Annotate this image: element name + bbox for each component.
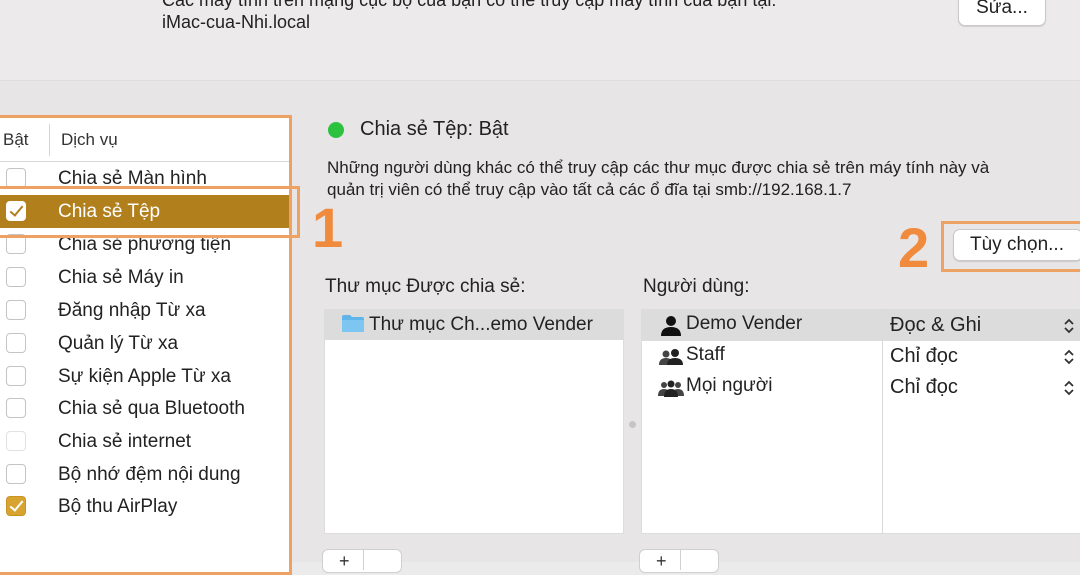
chevron-updown-icon[interactable]	[1062, 378, 1076, 398]
service-row-remote-management[interactable]: Quản lý Từ xa	[0, 327, 289, 360]
description-line-1: Những người dùng khác có thể truy cập cá…	[327, 158, 990, 177]
service-row-printer-sharing[interactable]: Chia sẻ Máy in	[0, 261, 289, 294]
add-folder-button[interactable]: +	[322, 549, 402, 573]
service-label: Bộ thu AirPlay	[58, 496, 178, 517]
service-checkbox[interactable]	[6, 333, 26, 353]
user-row[interactable]: Demo Vender Đọc & Ghi	[642, 310, 1080, 341]
folder-icon	[342, 315, 364, 332]
service-checkbox[interactable]	[6, 168, 26, 188]
permission-value[interactable]: Chỉ đọc	[890, 376, 958, 399]
service-label: Bộ nhớ đệm nội dung	[58, 464, 241, 485]
service-checkbox[interactable]	[6, 431, 26, 451]
step-1-number: 1	[312, 196, 344, 259]
service-row-remote-login[interactable]: Đăng nhập Từ xa	[0, 294, 289, 327]
permission-value[interactable]: Chỉ đọc	[890, 345, 958, 368]
permission-value[interactable]: Đọc & Ghi	[890, 314, 981, 337]
user-name: Staff	[686, 344, 725, 365]
chevron-updown-icon[interactable]	[1062, 316, 1076, 336]
chevron-updown-icon[interactable]	[1062, 347, 1076, 367]
service-checkbox[interactable]	[6, 366, 26, 386]
service-checkbox[interactable]	[6, 300, 26, 320]
step-1-highlight	[0, 186, 300, 238]
service-checkbox[interactable]	[6, 496, 26, 516]
options-button[interactable]: Tùy chọn...	[953, 229, 1080, 261]
edit-button[interactable]: Sửa...	[958, 0, 1046, 26]
top-description: Các máy tính trên mạng cục bộ của bạn có…	[162, 0, 777, 10]
step-2-number: 2	[898, 216, 930, 279]
column-header-service[interactable]: Dịch vụ	[61, 130, 118, 150]
button-divider	[680, 550, 681, 570]
service-label: Chia sẻ Máy in	[58, 267, 184, 288]
service-row-remote-apple-events[interactable]: Sự kiện Apple Từ xa	[0, 360, 289, 393]
service-row-airplay-receiver[interactable]: Bộ thu AirPlay	[0, 490, 289, 523]
service-row-internet-sharing[interactable]: Chia sẻ internet	[0, 425, 289, 458]
user-name: Mọi người	[686, 375, 773, 396]
add-user-button[interactable]: +	[639, 549, 719, 573]
status-indicator-icon	[328, 122, 344, 138]
user-row[interactable]: Staff Chỉ đọc	[642, 341, 1080, 372]
group-icon	[659, 349, 683, 365]
service-label: Chia sẻ qua Bluetooth	[58, 398, 245, 419]
shared-folder-name: Thư mục Ch...emo Vender	[369, 314, 593, 335]
service-row-content-caching[interactable]: Bộ nhớ đệm nội dung	[0, 458, 289, 491]
status-title: Chia sẻ Tệp: Bật	[360, 118, 509, 140]
user-name: Demo Vender	[686, 313, 803, 334]
button-divider	[363, 550, 364, 570]
column-divider	[49, 124, 50, 156]
service-label: Quản lý Từ xa	[58, 333, 179, 354]
service-label: Chia sẻ internet	[58, 431, 192, 452]
users-label: Người dùng:	[643, 276, 750, 297]
service-checkbox[interactable]	[6, 464, 26, 484]
splitter-handle[interactable]	[629, 421, 636, 428]
description-line-2: quản trị viên có thể truy cập vào tất cả…	[327, 180, 852, 199]
service-row-bluetooth-sharing[interactable]: Chia sẻ qua Bluetooth	[0, 392, 289, 425]
service-checkbox[interactable]	[6, 398, 26, 418]
single-user-icon	[661, 316, 681, 336]
user-row[interactable]: Mọi người Chỉ đọc	[642, 372, 1080, 403]
shared-folders-list[interactable]	[324, 309, 624, 534]
service-label: Đăng nhập Từ xa	[58, 300, 206, 321]
service-label: Sự kiện Apple Từ xa	[58, 366, 231, 387]
computer-address: iMac-cua-Nhi.local	[162, 12, 311, 32]
shared-folders-label: Thư mục Được chia sẻ:	[325, 276, 526, 297]
service-checkbox[interactable]	[6, 267, 26, 287]
everyone-icon	[658, 380, 684, 397]
column-header-on[interactable]: Bật	[3, 130, 29, 150]
users-column-divider	[882, 310, 883, 533]
